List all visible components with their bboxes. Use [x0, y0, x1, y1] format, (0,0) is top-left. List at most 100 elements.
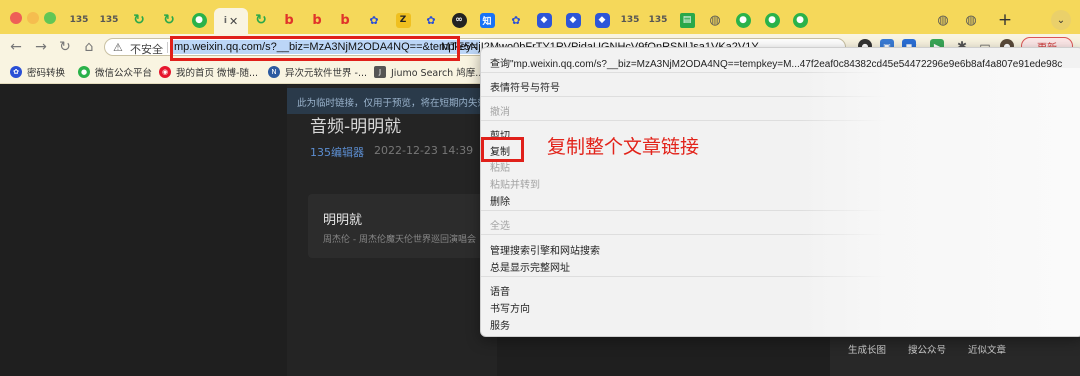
wechat-icon: ●: [191, 12, 207, 28]
tab-search-button[interactable]: ⌄: [1051, 10, 1071, 30]
url-highlight-box: [170, 36, 460, 61]
135-icon: 135: [69, 15, 89, 25]
tab-135[interactable]: 135: [645, 8, 671, 32]
tab-baidu[interactable]: b: [332, 8, 358, 32]
warning-icon[interactable]: ⚠: [113, 41, 123, 54]
bookmark-item[interactable]: ✿ 密码转换: [10, 65, 65, 79]
tab-zhihu[interactable]: 知: [474, 8, 500, 32]
bookmark-item[interactable]: ● 微信公众平台: [78, 65, 152, 79]
red-b-icon: b: [340, 12, 350, 28]
article-title: 音频-明明就: [310, 117, 402, 137]
bookmark-label: 密码转换: [27, 68, 66, 79]
menu-item-emoji[interactable]: 表情符号与符号: [490, 79, 560, 94]
green-doc-icon: ▤: [679, 12, 695, 28]
tab-refresh[interactable]: ↻: [248, 8, 274, 32]
wechat-icon: ●: [792, 12, 808, 28]
menu-item-delete[interactable]: 删除: [490, 193, 510, 208]
tab-cube[interactable]: ◆: [531, 8, 557, 32]
weibo-icon: ◉: [159, 66, 171, 78]
tab-cube[interactable]: ◆: [560, 8, 586, 32]
back-button[interactable]: ←: [8, 39, 24, 55]
search-account-link[interactable]: 搜公众号: [908, 342, 946, 356]
minimize-window-button[interactable]: [27, 12, 39, 24]
menu-item-services[interactable]: 服务: [490, 317, 510, 332]
music-subtitle: 周杰伦 - 周杰伦魔天伦世界巡回演唱会: [323, 235, 476, 245]
annotation-text: 复制整个文章链接: [547, 136, 700, 158]
globe-icon: ◍: [937, 12, 949, 28]
tab-135[interactable]: 135: [96, 8, 122, 32]
tab-135[interactable]: 135: [617, 8, 643, 32]
bookmark-label: 我的首页 微博-随...: [176, 68, 259, 79]
135-icon: 135: [648, 15, 668, 25]
tab-wechat[interactable]: ●: [759, 8, 785, 32]
bookmark-label: 异次元软件世界 -...: [285, 68, 368, 79]
tab-wechat[interactable]: ●: [730, 8, 756, 32]
close-icon[interactable]: ✕: [229, 15, 238, 28]
divider: [167, 42, 168, 53]
music-card[interactable]: 明明就 周杰伦 - 周杰伦魔天伦世界巡回演唱会: [308, 194, 498, 258]
j-icon: J: [374, 66, 386, 78]
tab-baidu[interactable]: b: [276, 8, 302, 32]
forward-button[interactable]: →: [33, 39, 49, 55]
red-b-icon: b: [312, 12, 322, 28]
blurred-region: [801, 68, 1080, 336]
tab-refresh[interactable]: ↻: [126, 8, 152, 32]
bottom-links: 生成长图 搜公众号 近似文章: [830, 334, 1080, 376]
home-button[interactable]: ⌂: [81, 39, 97, 55]
bookmark-item[interactable]: N 异次元软件世界 -...: [268, 65, 367, 79]
tab-baidu[interactable]: b: [304, 8, 330, 32]
globe-icon: ◍: [965, 12, 977, 28]
tab-wechat[interactable]: ●: [186, 8, 212, 32]
copy-highlight-box: [481, 137, 524, 162]
135-icon: 135: [99, 15, 119, 25]
tab-globe[interactable]: ◍: [958, 8, 984, 32]
context-menu: 查询"mp.weixin.qq.com/s?__biz=MzA3NjM2ODA4…: [480, 47, 1080, 337]
zoom-window-button[interactable]: [44, 12, 56, 24]
wechat-icon: ●: [735, 12, 751, 28]
135-icon: 135: [620, 15, 640, 25]
blue-cube-icon: ◆: [536, 12, 552, 28]
similar-articles-link[interactable]: 近似文章: [968, 342, 1006, 356]
blue-cube-icon: ◆: [565, 12, 581, 28]
menu-item-show-full-url[interactable]: 总是显示完整网址: [490, 259, 570, 274]
wechat-icon: ●: [78, 66, 90, 78]
green-refresh-icon: ↻: [255, 12, 267, 28]
tab-refresh[interactable]: ↻: [156, 8, 182, 32]
tab-z[interactable]: Z: [390, 8, 416, 32]
new-tab-button[interactable]: +: [994, 10, 1016, 30]
menu-item-undo: 撤消: [490, 107, 510, 118]
infinity-icon: ∞: [451, 12, 467, 28]
green-refresh-icon: ↻: [163, 12, 175, 28]
menu-item-select-all: 全选: [490, 221, 510, 232]
tab-paw[interactable]: ✿: [418, 8, 444, 32]
tab-cube[interactable]: ◆: [589, 8, 615, 32]
tab-globe[interactable]: ◍: [930, 8, 956, 32]
tab-wechat[interactable]: ●: [787, 8, 813, 32]
bookmark-item[interactable]: ◉ 我的首页 微博-随...: [159, 65, 258, 79]
reload-button[interactable]: ↻: [57, 39, 73, 55]
tab-globe[interactable]: ◍: [702, 8, 728, 32]
close-window-button[interactable]: [10, 12, 22, 24]
tab-active[interactable]: i ✕: [214, 8, 248, 34]
temp-link-notice: 此为临时链接，仅用于预览，将在短期内失效: [287, 88, 487, 114]
tab-135[interactable]: 135: [66, 8, 92, 32]
menu-item-writing-direction[interactable]: 书写方向: [490, 300, 530, 315]
paw-icon: ✿: [511, 13, 521, 27]
security-label[interactable]: 不安全: [130, 41, 163, 57]
n-icon: N: [268, 66, 280, 78]
menu-item-paste-go: 粘贴并转到: [490, 180, 540, 191]
tab-infinity[interactable]: ∞: [446, 8, 472, 32]
music-title: 明明就: [323, 213, 363, 228]
menu-item-manage-search[interactable]: 管理搜索引擎和网站搜索: [490, 242, 600, 257]
article-source-link[interactable]: 135编辑器: [310, 144, 364, 160]
tab-paw[interactable]: ✿: [361, 8, 387, 32]
tab-green-doc[interactable]: ▤: [674, 8, 700, 32]
tab-paw[interactable]: ✿: [503, 8, 529, 32]
green-refresh-icon: ↻: [133, 12, 145, 28]
article-date: 2022-12-23 14:39: [374, 144, 474, 157]
paw-icon: ✿: [10, 66, 22, 78]
long-image-link[interactable]: 生成长图: [848, 342, 886, 356]
menu-item-speech[interactable]: 语音: [490, 283, 510, 298]
bookmark-item[interactable]: J Jiumo Search 鸠摩...: [374, 65, 484, 79]
red-b-icon: b: [284, 12, 294, 28]
